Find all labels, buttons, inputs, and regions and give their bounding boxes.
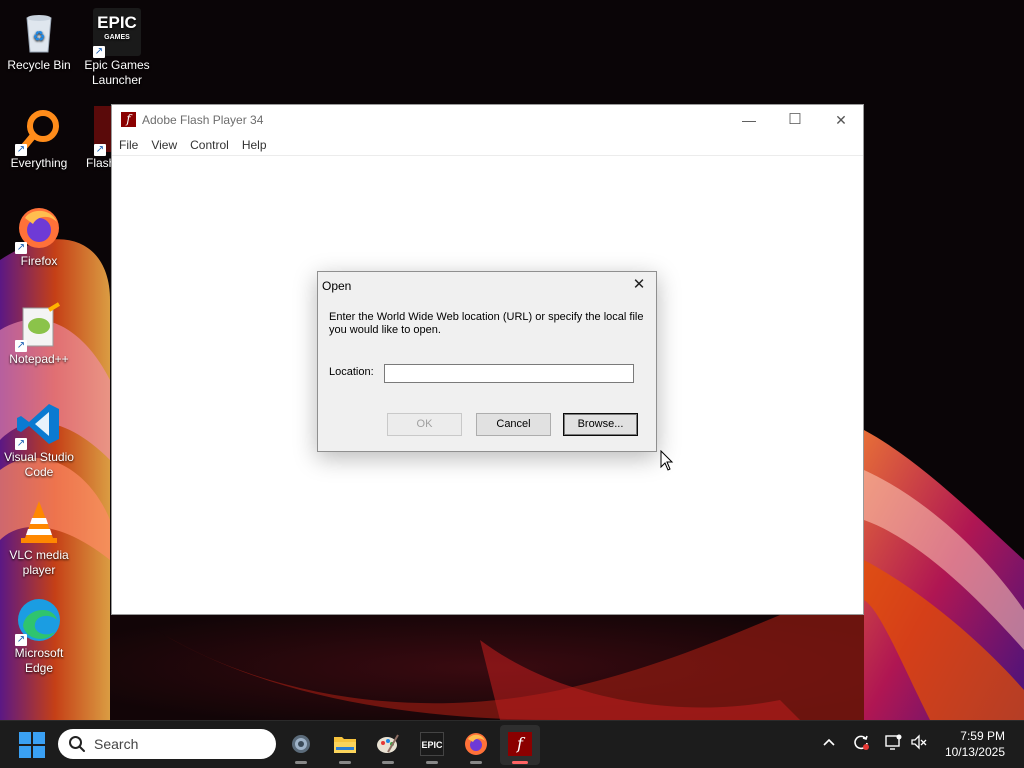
epic-games-taskbar-icon: EPIC [420, 732, 444, 756]
shortcut-arrow-icon: ↗ [15, 242, 27, 254]
edge-icon: ↗ [15, 596, 63, 646]
taskbar-file-explorer[interactable] [325, 725, 365, 765]
clock-time: 7:59 PM [960, 729, 1005, 743]
cancel-button[interactable]: Cancel [476, 413, 551, 436]
shortcut-arrow-icon: ↗ [15, 634, 27, 646]
desktop-icon-label: VLC media player [9, 548, 69, 577]
svg-text:♻: ♻ [33, 28, 46, 44]
maximize-button[interactable]: ☐ [772, 105, 818, 135]
desktop-icon-label: Firefox [20, 254, 58, 268]
taskbar-flash-player[interactable]: f [500, 725, 540, 765]
flash-player-taskbar-icon: f [508, 732, 532, 756]
running-indicator [470, 761, 482, 764]
file-explorer-folder-icon [334, 737, 356, 753]
ok-button[interactable]: OK [387, 413, 462, 436]
desktop-icon-label: Notepad++ [9, 352, 69, 366]
location-label: Location: [329, 366, 374, 378]
settings-gear-icon [292, 735, 310, 753]
vscode-icon: ↗ [15, 400, 63, 450]
menu-bar: File View Control Help [112, 135, 863, 156]
volume-muted-icon[interactable] [908, 733, 930, 755]
running-indicator [295, 761, 307, 764]
shortcut-arrow-icon: ↗ [15, 144, 27, 156]
taskbar: Search EPIC f 7:59 PM 10/13/2025 [0, 720, 1024, 768]
network-display-icon[interactable] [882, 733, 904, 755]
desktop-icon-flash[interactable]: ↗ Flash [78, 106, 112, 171]
start-button-windows-icon[interactable] [19, 732, 45, 758]
taskbar-clock[interactable]: 7:59 PM 10/13/2025 [945, 728, 1005, 760]
firefox-icon: ↗ [15, 204, 63, 254]
firefox-taskbar-icon [465, 733, 487, 755]
desktop-icon-label: Visual Studio Code [4, 450, 74, 479]
dialog-close-icon[interactable]: ✕ [628, 275, 650, 295]
desktop-icon-edge[interactable]: ↗ Microsoft Edge [0, 596, 78, 676]
menu-file[interactable]: File [119, 135, 145, 155]
dialog-title: Open [322, 279, 352, 293]
flash-player-icon: f [121, 112, 136, 127]
location-input[interactable] [384, 364, 634, 383]
epic-logo-subtext: GAMES [104, 34, 130, 41]
desktop-icon-vscode[interactable]: ↗ Visual Studio Code [0, 400, 78, 480]
desktop-icon-label: Epic Games Launcher [84, 58, 150, 87]
desktop-icon-vlc[interactable]: VLC media player [0, 498, 78, 578]
menu-view[interactable]: View [151, 135, 184, 155]
desktop-icon-label: Recycle Bin [7, 58, 71, 72]
window-title: Adobe Flash Player 34 [142, 113, 264, 127]
window-titlebar[interactable]: f Adobe Flash Player 34 — ☐ ✕ [112, 105, 863, 135]
menu-help[interactable]: Help [242, 135, 274, 155]
paint-palette-icon [377, 734, 399, 753]
shortcut-arrow-icon: ↗ [15, 438, 27, 450]
desktop-icon-firefox[interactable]: ↗ Firefox [0, 204, 78, 269]
close-button[interactable]: ✕ [818, 105, 864, 135]
running-indicator [426, 761, 438, 764]
taskbar-firefox[interactable] [456, 725, 496, 765]
desktop-icon-label: Everything [10, 156, 68, 170]
taskbar-paint[interactable] [368, 725, 408, 765]
sync-update-icon[interactable] [850, 733, 872, 755]
mouse-cursor-icon [660, 450, 674, 471]
taskbar-epic-games[interactable]: EPIC [412, 725, 452, 765]
clock-date: 10/13/2025 [944, 745, 1005, 759]
running-indicator [382, 761, 394, 764]
shortcut-arrow-icon: ↗ [94, 144, 106, 156]
vlc-icon [15, 498, 63, 546]
taskbar-settings[interactable] [281, 725, 321, 765]
notepadpp-icon: ↗ [15, 302, 63, 352]
shortcut-arrow-icon: ↗ [93, 46, 105, 58]
open-dialog[interactable]: Open ✕ Enter the World Wide Web location… [317, 271, 657, 452]
show-hidden-icons-chevron-up-icon[interactable] [818, 733, 840, 755]
menu-control[interactable]: Control [190, 135, 236, 155]
search-icon [69, 736, 85, 752]
epic-logo-text: EPIC [97, 13, 137, 32]
desktop-icon-notepadpp[interactable]: ↗ Notepad++ [0, 302, 78, 367]
taskbar-search-box[interactable]: Search [58, 729, 276, 759]
active-indicator [512, 761, 528, 764]
desktop-icon-label: Microsoft Edge [14, 646, 64, 675]
desktop-icon-everything[interactable]: ↗ Everything [0, 106, 78, 171]
minimize-button[interactable]: — [726, 105, 772, 135]
epic-games-icon: EPIC GAMES ↗ [93, 8, 141, 58]
desktop-icon-label: Flash [86, 156, 112, 170]
search-placeholder: Search [94, 736, 139, 752]
desktop-icon-recycle-bin[interactable]: ♻ Recycle Bin [0, 8, 78, 73]
shortcut-arrow-icon: ↗ [15, 340, 27, 352]
dialog-description: Enter the World Wide Web location (URL) … [329, 311, 644, 336]
browse-button[interactable]: Browse... [563, 413, 638, 436]
desktop-icon-epic-games[interactable]: EPIC GAMES ↗ Epic Games Launcher [78, 8, 156, 88]
recycle-bin-icon: ♻ [15, 8, 63, 56]
flash-shortcut-icon: ↗ [78, 106, 112, 156]
running-indicator [339, 761, 351, 764]
everything-search-icon: ↗ [15, 106, 63, 156]
